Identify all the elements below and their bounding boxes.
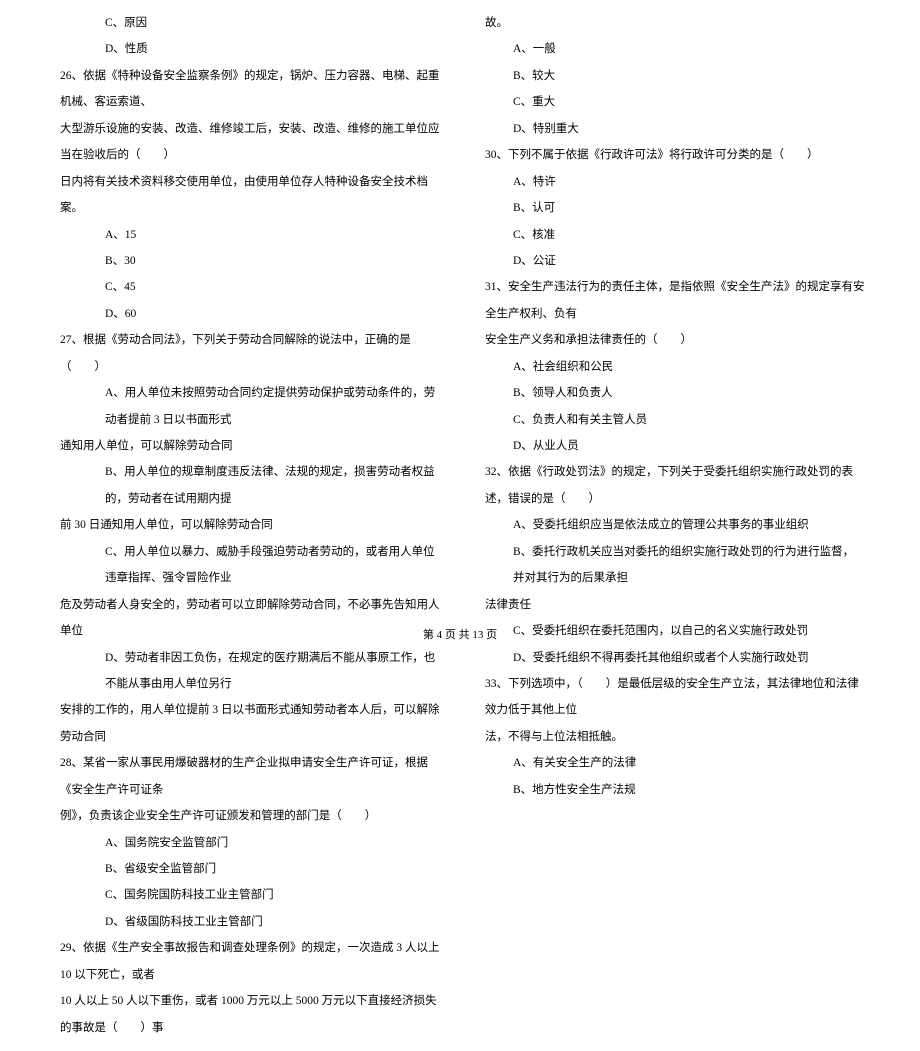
q26-option-d: D、60 bbox=[60, 301, 440, 327]
q28-line1: 28、某省一家从事民用爆破器材的生产企业拟申请安全生产许可证，根据《安全生产许可… bbox=[60, 750, 440, 803]
q30-line1: 30、下列不属于依据《行政许可法》将行政许可分类的是（ ） bbox=[485, 142, 865, 168]
q29-line1: 29、依据《生产安全事故报告和调查处理条例》的规定，一次造成 3 人以上 10 … bbox=[60, 935, 440, 988]
q29-option-a: A、一般 bbox=[485, 36, 865, 62]
q29-option-c: C、重大 bbox=[485, 89, 865, 115]
q27-option-c-1: C、用人单位以暴力、威胁手段强迫劳动者劳动的，或者用人单位违章指挥、强令冒险作业 bbox=[60, 539, 440, 592]
right-column: 故。 A、一般 B、较大 C、重大 D、特别重大 30、下列不属于依据《行政许可… bbox=[460, 10, 920, 1041]
q26-option-b: B、30 bbox=[60, 248, 440, 274]
q31-option-d: D、从业人员 bbox=[485, 433, 865, 459]
q33-line1: 33、下列选项中，（ ）是最低层级的安全生产立法，其法律地位和法律效力低于其他上… bbox=[485, 671, 865, 724]
q32-option-d: D、受委托组织不得再委托其他组织或者个人实施行政处罚 bbox=[485, 645, 865, 671]
q33-option-a: A、有关安全生产的法律 bbox=[485, 750, 865, 776]
q28-option-d: D、省级国防科技工业主管部门 bbox=[60, 909, 440, 935]
q27-option-d-1: D、劳动者非因工负伤，在规定的医疗期满后不能从事原工作，也不能从事由用人单位另行 bbox=[60, 645, 440, 698]
q33-option-b: B、地方性安全生产法规 bbox=[485, 777, 865, 803]
q28-option-b: B、省级安全监管部门 bbox=[60, 856, 440, 882]
q27-option-b-2: 前 30 日通知用人单位，可以解除劳动合同 bbox=[60, 512, 440, 538]
q31-option-b: B、领导人和负责人 bbox=[485, 380, 865, 406]
q31-option-a: A、社会组织和公民 bbox=[485, 354, 865, 380]
q30-option-b: B、认可 bbox=[485, 195, 865, 221]
q29-option-d: D、特别重大 bbox=[485, 116, 865, 142]
q31-line2: 安全生产义务和承担法律责任的（ ） bbox=[485, 327, 865, 353]
q27-line1: 27、根据《劳动合同法》，下列关于劳动合同解除的说法中，正确的是（ ） bbox=[60, 327, 440, 380]
q30-option-c: C、核准 bbox=[485, 222, 865, 248]
q26-line2: 大型游乐设施的安装、改造、维修竣工后，安装、改造、维修的施工单位应当在验收后的（… bbox=[60, 116, 440, 169]
page-body: C、原因 D、性质 26、依据《特种设备安全监察条例》的规定，锅炉、压力容器、电… bbox=[0, 0, 920, 1051]
option-d: D、性质 bbox=[60, 36, 440, 62]
q32-option-b-2: 法律责任 bbox=[485, 592, 865, 618]
q30-option-d: D、公证 bbox=[485, 248, 865, 274]
q31-option-c: C、负责人和有关主管人员 bbox=[485, 407, 865, 433]
q26-line1: 26、依据《特种设备安全监察条例》的规定，锅炉、压力容器、电梯、起重机械、客运索… bbox=[60, 63, 440, 116]
q32-line1: 32、依据《行政处罚法》的规定，下列关于受委托组织实施行政处罚的表述，错误的是（… bbox=[485, 459, 865, 512]
page-footer: 第 4 页 共 13 页 bbox=[0, 626, 920, 642]
q26-option-a: A、15 bbox=[60, 222, 440, 248]
q30-option-a: A、特许 bbox=[485, 169, 865, 195]
q29-line2: 10 人以上 50 人以下重伤，或者 1000 万元以上 5000 万元以下直接… bbox=[60, 988, 440, 1041]
q28-option-c: C、国务院国防科技工业主管部门 bbox=[60, 882, 440, 908]
q26-line3: 日内将有关技术资料移交使用单位，由使用单位存人特种设备安全技术档案。 bbox=[60, 169, 440, 222]
q32-option-b-1: B、委托行政机关应当对委托的组织实施行政处罚的行为进行监督，并对其行为的后果承担 bbox=[485, 539, 865, 592]
q28-option-a: A、国务院安全监管部门 bbox=[60, 830, 440, 856]
q29-option-b: B、较大 bbox=[485, 63, 865, 89]
left-column: C、原因 D、性质 26、依据《特种设备安全监察条例》的规定，锅炉、压力容器、电… bbox=[0, 10, 460, 1041]
q27-option-a-2: 通知用人单位，可以解除劳动合同 bbox=[60, 433, 440, 459]
q32-option-a: A、受委托组织应当是依法成立的管理公共事务的事业组织 bbox=[485, 512, 865, 538]
q27-option-a-1: A、用人单位未按照劳动合同约定提供劳动保护或劳动条件的，劳动者提前 3 日以书面… bbox=[60, 380, 440, 433]
q31-line1: 31、安全生产违法行为的责任主体，是指依照《安全生产法》的规定享有安全生产权利、… bbox=[485, 274, 865, 327]
q28-line2: 例》，负责该企业安全生产许可证颁发和管理的部门是（ ） bbox=[60, 803, 440, 829]
q26-option-c: C、45 bbox=[60, 274, 440, 300]
q27-option-b-1: B、用人单位的规章制度违反法律、法规的规定，损害劳动者权益的，劳动者在试用期内提 bbox=[60, 459, 440, 512]
q27-option-d-2: 安排的工作的，用人单位提前 3 日以书面形式通知劳动者本人后，可以解除劳动合同 bbox=[60, 697, 440, 750]
q33-line2: 法，不得与上位法相抵触。 bbox=[485, 724, 865, 750]
option-c: C、原因 bbox=[60, 10, 440, 36]
q29-line3: 故。 bbox=[485, 10, 865, 36]
